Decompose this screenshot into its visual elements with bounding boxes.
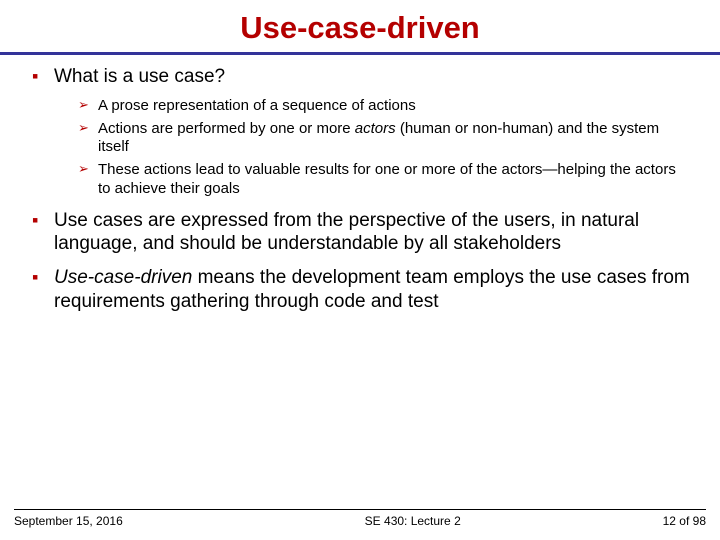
page-current: 12 (663, 514, 676, 528)
bullet-item: What is a use case? A prose representati… (30, 65, 690, 199)
footer-page: 12 of 98 (535, 514, 706, 528)
bullet-text: What is a use case? (54, 66, 225, 87)
bullet-em: Use-case-driven (54, 267, 192, 288)
bullet-item: Use cases are expressed from the perspec… (30, 209, 690, 257)
bullet-text: Use cases are expressed from the perspec… (54, 210, 639, 255)
sub-bullet-text-part: Actions are performed by one or more (98, 120, 355, 137)
sub-bullet-text: These actions lead to valuable results f… (98, 161, 676, 197)
footer-rule (14, 509, 706, 510)
bullet-item: Use-case-driven means the development te… (30, 266, 690, 314)
sub-bullet-item: Actions are performed by one or more act… (78, 120, 690, 158)
slide-title: Use-case-driven (0, 0, 720, 52)
sub-bullet-item: These actions lead to valuable results f… (78, 161, 690, 199)
sub-bullet-item: A prose representation of a sequence of … (78, 97, 690, 116)
page-sep: of (676, 514, 693, 528)
bullet-list: What is a use case? A prose representati… (30, 65, 690, 314)
footer-date: September 15, 2016 (14, 514, 185, 528)
sub-bullet-em: actors (355, 120, 396, 137)
slide: Use-case-driven What is a use case? A pr… (0, 0, 720, 540)
sub-bullet-list: A prose representation of a sequence of … (78, 97, 690, 199)
footer: September 15, 2016 SE 430: Lecture 2 12 … (0, 509, 720, 528)
content-area: What is a use case? A prose representati… (0, 55, 720, 314)
page-total: 98 (693, 514, 706, 528)
sub-bullet-text: A prose representation of a sequence of … (98, 97, 416, 114)
footer-course: SE 430: Lecture 2 (185, 514, 536, 528)
footer-row: September 15, 2016 SE 430: Lecture 2 12 … (14, 514, 706, 528)
